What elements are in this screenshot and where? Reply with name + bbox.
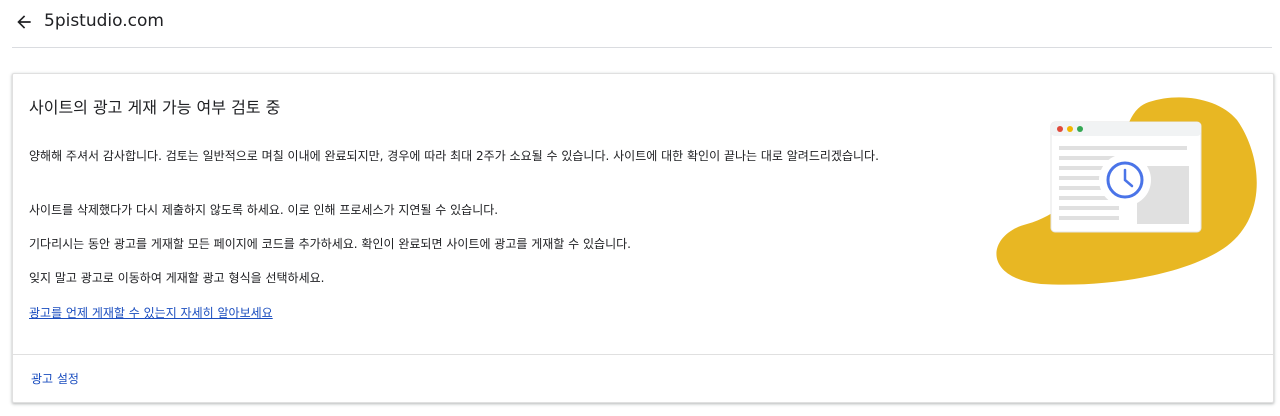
review-duration-text: 양해해 주셔서 감사합니다. 검토는 일반적으로 며칠 이내에 완료되지만, 경…	[29, 149, 879, 163]
browser-titlebar	[1051, 122, 1201, 136]
card-title: 사이트의 광고 게재 가능 여부 검토 중	[29, 98, 281, 117]
window-dot-yellow	[1067, 126, 1073, 132]
review-status-card: 사이트의 광고 게재 가능 여부 검토 중 양해해 주셔서 감사합니다. 검토는…	[12, 73, 1274, 403]
content-line	[1059, 206, 1119, 210]
learn-more-link[interactable]: 광고를 언제 게재할 수 있는지 자세히 알아보세요	[29, 303, 273, 323]
window-dot-green	[1077, 126, 1083, 132]
resubmit-warning-text: 사이트를 삭제했다가 다시 제출하지 않도록 하세요. 이로 인해 프로세스가 …	[29, 203, 499, 217]
window-dot-red	[1057, 126, 1063, 132]
ad-format-text: 잊지 말고 광고로 이동하여 게재할 광고 형식을 선택하세요.	[29, 271, 325, 285]
arrow-back-icon	[17, 15, 31, 29]
card-divider	[13, 354, 1273, 355]
top-divider	[12, 47, 1272, 48]
top-bar: 5pistudio.com	[0, 0, 1280, 44]
content-line	[1059, 146, 1187, 150]
ad-settings-button[interactable]: 광고 설정	[31, 369, 79, 389]
browser-clock-icon	[996, 97, 1257, 285]
add-code-text: 기다리시는 동안 광고를 게재할 모든 페이지에 코드를 추가하세요. 확인이 …	[29, 237, 631, 251]
back-button[interactable]	[12, 10, 36, 34]
content-line	[1059, 216, 1119, 220]
site-name: 5pistudio.com	[44, 11, 164, 31]
